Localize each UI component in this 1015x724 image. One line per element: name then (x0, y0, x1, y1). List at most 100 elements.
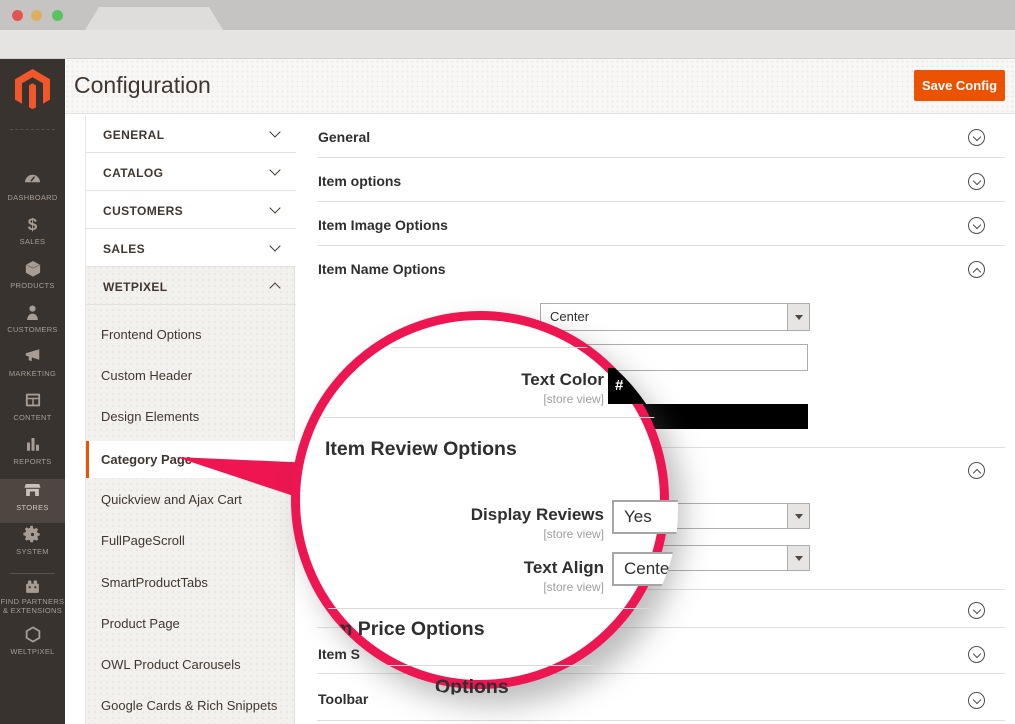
zoom-window-icon[interactable] (52, 10, 63, 21)
magnifier-content: Text Color [store view] # Item Review Op… (300, 320, 678, 698)
nav-section-label: SALES (103, 242, 145, 256)
page-title: Configuration (74, 72, 211, 99)
dollar-icon: $ (0, 215, 65, 235)
extensions-icon (0, 579, 65, 595)
chevron-down-icon (269, 164, 280, 175)
select-arrow-icon[interactable] (787, 546, 809, 570)
section-general-toggle-icon[interactable] (968, 129, 985, 146)
section-item-name-options: Item Name Options (318, 261, 446, 277)
magento-logo-icon[interactable] (15, 69, 50, 109)
window-titlebar (0, 0, 1015, 30)
sidebar-item-dashboard[interactable]: DASHBOARD (0, 171, 65, 213)
nav-item-google-cards[interactable]: Google Cards & Rich Snippets (101, 698, 281, 713)
section-item-s-options-toggle-icon[interactable] (968, 646, 985, 663)
sidebar-item-label: CONTENT (0, 414, 65, 422)
sidebar-item-customers[interactable]: CUSTOMERS (0, 303, 65, 345)
nav-section-label: CATALOG (103, 166, 163, 180)
text-align-select-magnified[interactable]: Center (612, 552, 678, 586)
close-window-icon[interactable] (12, 10, 23, 21)
sidebar-item-find-partners[interactable]: FIND PARTNERS & EXTENSIONS (0, 579, 65, 619)
browser-toolbar (0, 30, 1015, 59)
item-name-align-select[interactable]: Center (540, 303, 810, 331)
nav-item-category-page[interactable]: Category Page (86, 441, 296, 478)
display-reviews-select-magnified[interactable]: Yes (612, 500, 678, 534)
nav-item-fullpagescroll[interactable]: FullPageScroll (101, 533, 281, 548)
next-section-options-fragment: Options (435, 676, 509, 698)
display-reviews-label: Display Reviews (471, 505, 604, 525)
box-icon (0, 259, 65, 279)
dashboard-gauge-icon (0, 171, 65, 191)
sidebar-item-label: SYSTEM (0, 548, 65, 556)
color-swatch[interactable]: # (608, 368, 654, 404)
section-item-options-toggle-icon[interactable] (968, 173, 985, 190)
nav-item-label: Category Page (101, 452, 192, 467)
section-toolbar-toggle-icon[interactable] (968, 692, 985, 709)
nav-section-wetpixel[interactable]: WETPIXEL (86, 267, 296, 305)
section-item-price-options-toggle-icon[interactable] (968, 602, 985, 619)
nav-item-owl-carousels[interactable]: OWL Product Carousels (101, 657, 281, 672)
sidebar-item-label: WELTPIXEL (0, 648, 65, 656)
section-item-s-options: Item S (318, 646, 360, 662)
nav-section-general[interactable]: GENERAL (86, 115, 296, 153)
storefront-icon (0, 481, 65, 501)
nav-section-label: GENERAL (103, 128, 164, 142)
sidebar-item-weltpixel[interactable]: WELTPIXEL (0, 625, 65, 667)
sidebar-item-label2: & EXTENSIONS (0, 607, 65, 615)
section-general: General (318, 129, 370, 145)
config-nav: GENERAL CATALOG CUSTOMERS SALES WETPIXEL… (85, 115, 295, 724)
chevron-down-icon (269, 126, 280, 137)
text-align-scope: [store view] (543, 580, 604, 594)
section-item-name-options-toggle-icon[interactable] (968, 261, 985, 278)
magnifier-lens: Text Color [store view] # Item Review Op… (291, 311, 669, 689)
browser-tab[interactable] (85, 7, 223, 30)
chevron-down-icon (269, 202, 280, 213)
section-item-options: Item options (318, 173, 401, 189)
sidebar-divider (10, 129, 55, 130)
layout-icon (0, 391, 65, 411)
megaphone-icon (0, 347, 65, 367)
text-align-label: Text Align (524, 558, 604, 578)
nav-item-smartproducttabs[interactable]: SmartProductTabs (101, 575, 281, 590)
sidebar-item-products[interactable]: PRODUCTS (0, 259, 65, 301)
nav-item-product-page[interactable]: Product Page (101, 616, 281, 631)
sidebar-item-marketing[interactable]: MARKETING (0, 347, 65, 389)
nav-item-quickview[interactable]: Quickview and Ajax Cart (101, 492, 281, 507)
nav-section-catalog[interactable]: CATALOG (86, 153, 296, 191)
select-value: Center (550, 309, 589, 324)
sidebar-item-label: DASHBOARD (0, 194, 65, 202)
select-arrow-icon[interactable] (787, 304, 809, 330)
sidebar-item-reports[interactable]: REPORTS (0, 435, 65, 477)
section-toolbar: Toolbar (318, 691, 368, 707)
hexagon-icon (0, 625, 65, 645)
page-header: Configuration Save Config (65, 59, 1015, 114)
bar-chart-icon (0, 435, 65, 455)
select-arrow-icon[interactable] (787, 504, 809, 528)
sidebar-item-label: CUSTOMERS (0, 326, 65, 334)
sidebar-item-label: REPORTS (0, 458, 65, 466)
sidebar-item-system[interactable]: SYSTEM (0, 525, 65, 567)
nav-section-label: CUSTOMERS (103, 204, 183, 218)
minimize-window-icon[interactable] (31, 10, 42, 21)
sidebar-item-label: PRODUCTS (0, 282, 65, 290)
nav-section-sales[interactable]: SALES (86, 229, 296, 267)
save-config-button[interactable]: Save Config (914, 70, 1005, 101)
nav-section-label: WETPIXEL (103, 280, 168, 294)
nav-item-design-elements[interactable]: Design Elements (101, 409, 281, 424)
chevron-down-icon (269, 240, 280, 251)
item-price-options-fragment: m Price Options (335, 618, 485, 641)
sidebar-item-stores[interactable]: STORES (0, 479, 65, 523)
sidebar-item-sales[interactable]: $ SALES (0, 215, 65, 257)
chevron-up-icon (269, 282, 280, 293)
section-item-image-options-toggle-icon[interactable] (968, 217, 985, 234)
sidebar-item-label: FIND PARTNERS (0, 598, 65, 606)
text-color-scope: [store view] (543, 392, 604, 406)
nav-item-frontend-options[interactable]: Frontend Options (101, 327, 281, 342)
sidebar-divider (10, 573, 55, 574)
nav-item-custom-header[interactable]: Custom Header (101, 368, 281, 383)
sidebar-item-content[interactable]: CONTENT (0, 391, 65, 433)
sidebar-item-label: STORES (0, 504, 65, 512)
section-item-review-options-toggle-icon[interactable] (968, 462, 985, 479)
sidebar-item-label: SALES (0, 238, 65, 246)
nav-section-customers[interactable]: CUSTOMERS (86, 191, 296, 229)
display-reviews-scope: [store view] (543, 527, 604, 541)
